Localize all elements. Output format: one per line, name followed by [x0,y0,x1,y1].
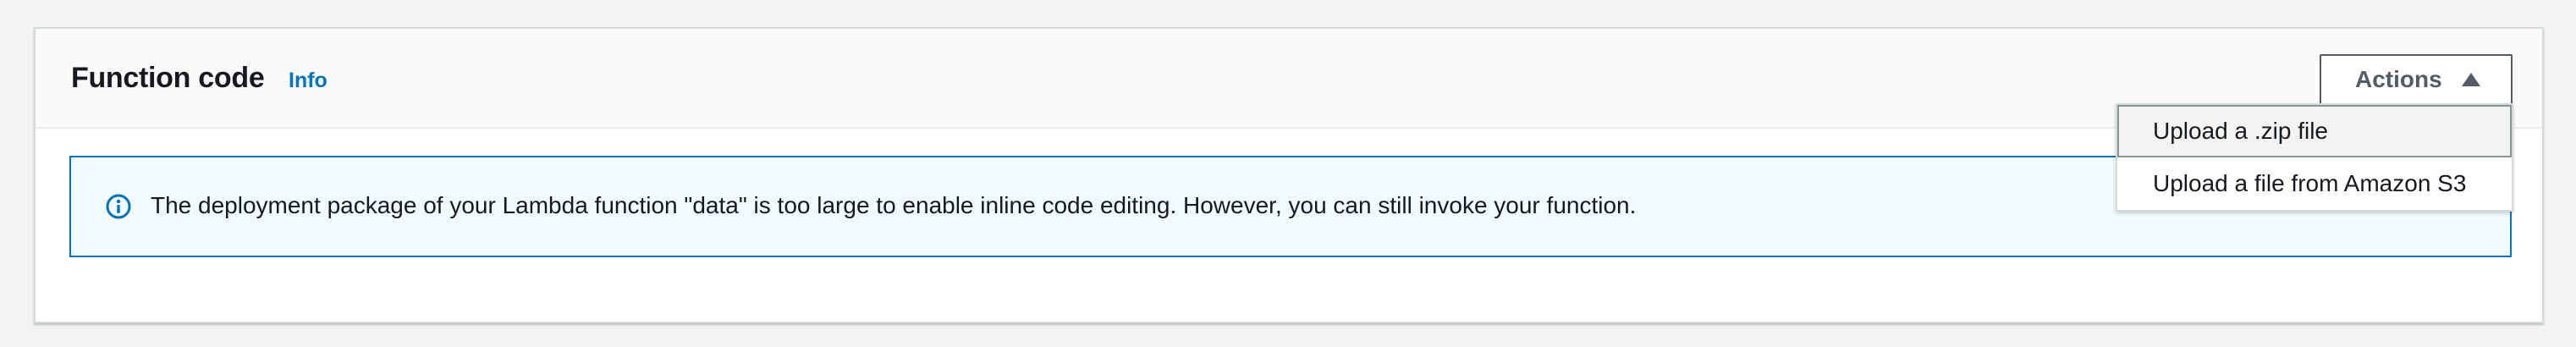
caret-up-icon [2462,73,2480,86]
info-circle-icon [106,194,131,219]
panel-title: Function code [71,62,265,94]
menu-item-upload-from-s3[interactable]: Upload a file from Amazon S3 [2117,157,2512,210]
info-link[interactable]: Info [289,68,328,93]
actions-button-label: Actions [2355,66,2442,92]
alert-message: The deployment package of your Lambda fu… [151,192,1637,218]
actions-button[interactable]: Actions [2320,54,2513,105]
actions-dropdown-menu: Upload a .zip file Upload a file from Am… [2116,103,2513,212]
menu-item-upload-zip[interactable]: Upload a .zip file [2117,105,2512,157]
